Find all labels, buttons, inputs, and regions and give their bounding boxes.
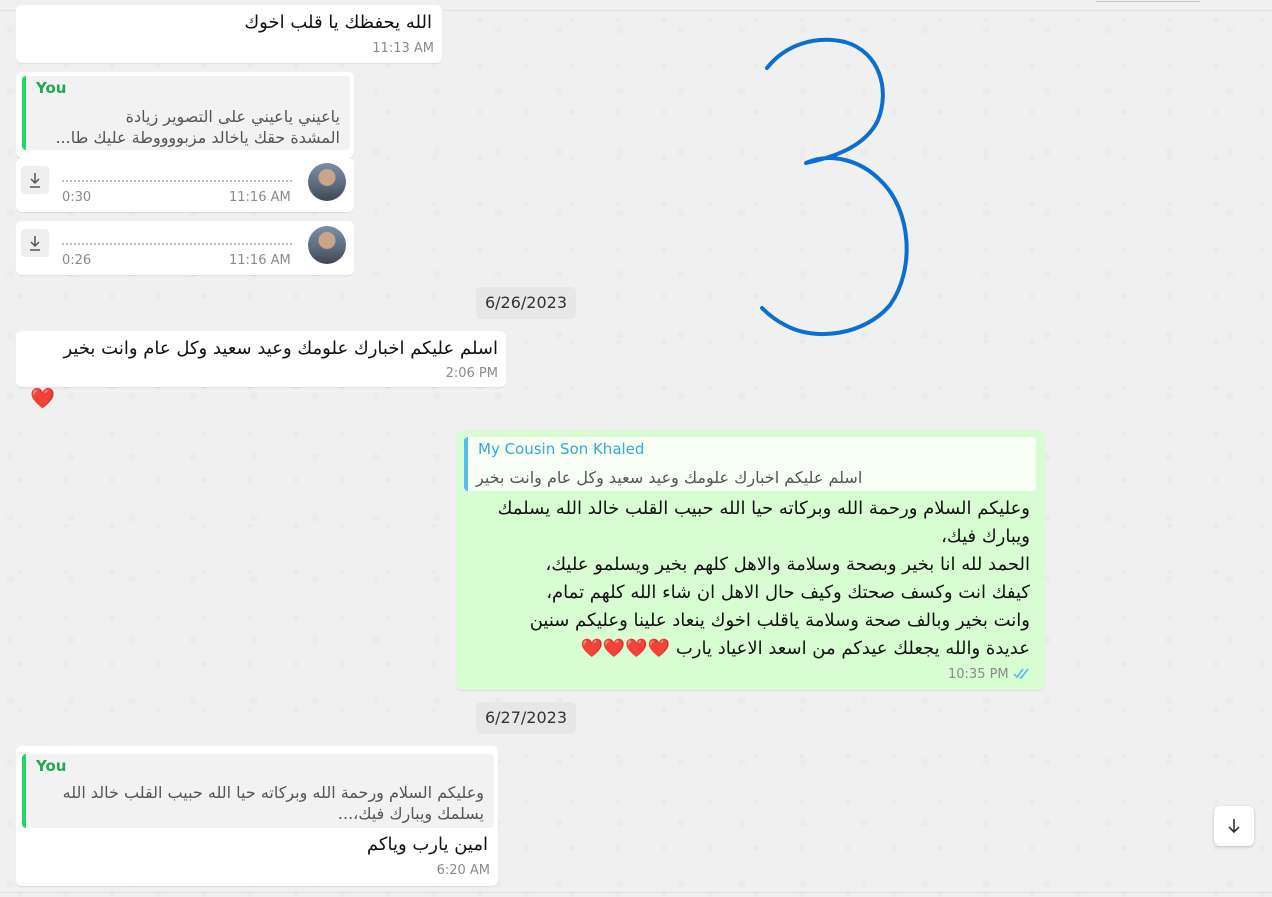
quoted-message[interactable]: You وعليكم السلام ورحمة الله وبركاته حيا…	[22, 754, 494, 828]
voice-message[interactable]: 0:26 11:16 AM	[16, 221, 354, 275]
message-time: 2:06 PM	[445, 366, 498, 381]
message-text-line: الحمد لله انا بخير وبصحة وسلامة والاهل ك…	[545, 554, 1030, 575]
read-receipt-icon	[1013, 668, 1029, 680]
handwritten-number-annotation	[760, 37, 909, 337]
scroll-to-bottom-button[interactable]	[1214, 806, 1254, 846]
message-time: 11:16 AM	[229, 190, 291, 205]
date-label: 6/27/2023	[484, 708, 568, 727]
incoming-quoted-message[interactable]: You وعليكم السلام ورحمة الله وبركاته حيا…	[16, 746, 498, 886]
message-text-line: عديدة والله يجعلك عيدكم من اسعد الاعياد …	[580, 638, 1030, 659]
date-label: 6/26/2023	[484, 293, 568, 312]
message-time: 6:20 AM	[436, 863, 490, 878]
message-text: اسلم عليكم اخبارك علومك وعيد سعيد وكل عا…	[63, 338, 498, 359]
incoming-quoted-message[interactable]: You ياعيني ياعيني على التصوير زيادة المش…	[16, 72, 354, 158]
outgoing-message[interactable]: My Cousin Son Khaled اسلم عليكم اخبارك ع…	[456, 430, 1044, 690]
message-text: امين يارب وياكم	[366, 834, 488, 855]
download-icon	[30, 173, 40, 188]
message-time: 11:16 AM	[229, 253, 291, 268]
quoted-message[interactable]: My Cousin Son Khaled اسلم عليكم اخبارك ع…	[464, 437, 1036, 491]
voice-waveform	[62, 180, 292, 182]
download-icon	[30, 236, 40, 251]
quote-author: You	[36, 757, 67, 775]
incoming-message[interactable]: اسلم عليكم اخبارك علومك وعيد سعيد وكل عا…	[16, 331, 506, 387]
message-text-line: ويبارك فيك،	[941, 526, 1030, 547]
sender-avatar	[308, 163, 346, 201]
voice-duration: 0:30	[62, 190, 92, 205]
quoted-message[interactable]: You ياعيني ياعيني على التصوير زيادة المش…	[22, 76, 350, 150]
message-time: 10:35 PM	[948, 667, 1009, 682]
message-text-line: وعليكم السلام ورحمة الله وبركاته حيا الل…	[497, 498, 1030, 519]
footer-divider	[0, 892, 1272, 893]
arrow-down-icon	[1228, 819, 1240, 834]
message-reaction[interactable]: ❤️	[30, 386, 55, 410]
message-time: 11:13 AM	[372, 41, 434, 56]
download-button[interactable]	[21, 166, 49, 194]
message-text-line: كيفك انت وكسف صحتك وكيف حال الاهل ان شاء…	[546, 582, 1030, 603]
message-text: الله يحفظك يا قلب اخوك	[244, 12, 432, 33]
quote-text-line: اسلم عليكم اخبارك علومك وعيد سعيد وكل عا…	[476, 468, 863, 487]
download-button[interactable]	[21, 229, 49, 257]
message-text-line: وانت بخير وبالف صحة وسلامة ياقلب اخوك ين…	[529, 610, 1030, 631]
quote-text-line: وعليكم السلام ورحمة الله وبركاته حيا الل…	[62, 783, 484, 802]
quote-text-line: ياعيني ياعيني على التصوير زيادة	[125, 107, 340, 126]
voice-waveform	[62, 243, 292, 245]
quote-author: My Cousin Son Khaled	[478, 440, 645, 458]
header-tab	[1096, 0, 1200, 2]
voice-duration: 0:26	[62, 253, 92, 268]
quote-text-line: المشدة حقك ياخالد مزبووووطة عليك طا...	[55, 128, 340, 147]
incoming-message[interactable]: الله يحفظك يا قلب اخوك 11:13 AM	[16, 5, 442, 63]
voice-message[interactable]: 0:30 11:16 AM	[16, 158, 354, 212]
quote-text-line: يسلمك ويبارك فيك،...	[337, 804, 484, 823]
date-separator: 6/27/2023	[476, 702, 576, 734]
sender-avatar	[308, 226, 346, 264]
quote-author: You	[36, 79, 67, 97]
date-separator: 6/26/2023	[476, 287, 576, 319]
